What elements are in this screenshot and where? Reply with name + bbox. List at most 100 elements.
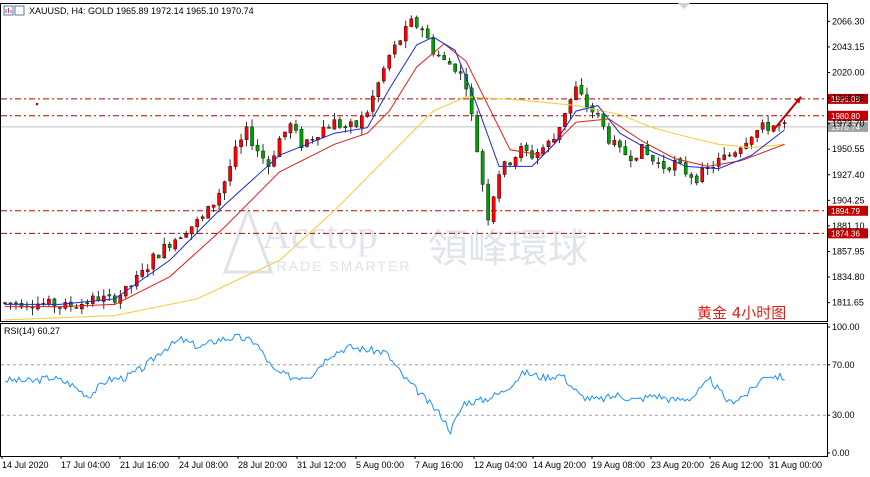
candle-body	[151, 253, 156, 270]
candle-body	[277, 138, 282, 158]
symbol-info: XAUUSD, H4: GOLD 1965.89 1972.14 1965.10…	[29, 6, 254, 16]
rsi-line	[4, 333, 785, 436]
rsi-frame	[0, 323, 828, 457]
candle-body	[458, 71, 463, 74]
candle-body	[563, 112, 567, 127]
candle-body	[200, 216, 205, 219]
trend-arrow-line	[772, 96, 802, 131]
watermark-tagline: TRADE SMARTER	[266, 258, 412, 274]
candle-body	[47, 298, 51, 305]
watermark-brand: Acctop	[262, 212, 378, 257]
candle-body	[491, 196, 496, 222]
candle-body	[733, 152, 737, 157]
candle-body	[574, 86, 578, 100]
candle-body	[321, 126, 326, 138]
candle-body	[217, 192, 221, 206]
marker-dot	[35, 102, 39, 106]
candle-body	[585, 94, 589, 108]
time-tick-label: 31 Aug 00:00	[769, 460, 822, 470]
time-tick-label: 14 Jul 2020	[2, 460, 49, 470]
candle-body	[502, 161, 507, 175]
candle-body	[206, 206, 210, 219]
candle-body	[387, 54, 392, 69]
candle-body	[486, 183, 490, 221]
candle-body	[360, 115, 364, 128]
candle-body	[244, 126, 249, 140]
time-tick-label: 24 Jul 08:00	[179, 460, 228, 470]
candle-body	[299, 129, 304, 149]
candle-body	[354, 120, 359, 127]
rsi-tick-label: 30.00	[832, 410, 855, 420]
candle-body	[294, 124, 298, 131]
price-tick-label: 2043.15	[832, 42, 865, 52]
candle-body	[700, 167, 705, 183]
price-tick-label: 1950.55	[832, 144, 865, 154]
time-tick-label: 17 Jul 04:00	[61, 460, 110, 470]
time-tick-label: 14 Aug 20:00	[533, 460, 586, 470]
candle-body	[52, 298, 57, 308]
candle-body	[156, 254, 161, 259]
price-tick-label: 1927.40	[832, 170, 865, 180]
candle-body	[694, 175, 699, 184]
rsi-tick-label: 100.00	[832, 322, 860, 332]
candle-body	[634, 157, 639, 161]
scroll-corner-icon[interactable]	[678, 3, 690, 9]
time-tick-label: 23 Aug 20:00	[651, 460, 704, 470]
candle-body	[579, 85, 584, 95]
candle-body	[250, 126, 254, 146]
candle-body	[689, 174, 694, 178]
candle-body	[283, 131, 287, 138]
time-tick-label: 21 Jul 16:00	[120, 460, 169, 470]
candle-body	[145, 269, 150, 273]
candle-body	[167, 243, 172, 248]
candle-body	[392, 44, 397, 55]
candle-body	[288, 123, 293, 134]
candle-body	[749, 136, 754, 145]
candle-body	[338, 119, 342, 128]
candle-body	[102, 295, 106, 302]
candle-body	[612, 139, 617, 146]
candle-body	[475, 115, 479, 153]
candle-body	[414, 17, 419, 28]
time-tick-label: 12 Aug 04:00	[474, 460, 527, 470]
candle-body	[530, 150, 534, 159]
ma-slow-line	[4, 96, 785, 321]
candle-body	[376, 82, 381, 97]
candle-body	[683, 162, 688, 175]
candle-body	[222, 181, 227, 194]
candle-body	[766, 122, 770, 131]
candle-body	[91, 295, 95, 304]
symbol-icon-bars	[5, 8, 12, 13]
candle-body	[305, 139, 309, 147]
candle-body	[480, 151, 485, 185]
candle-body	[58, 307, 62, 309]
candle-body	[651, 155, 655, 162]
candle-body	[365, 112, 370, 117]
candle-body	[332, 119, 337, 130]
candle-body	[255, 144, 260, 152]
price-tick-label: 1834.80	[832, 272, 865, 282]
candle-body	[30, 306, 35, 309]
candle-body	[420, 28, 425, 31]
candle-body	[107, 294, 112, 297]
candle-body	[618, 140, 622, 148]
candle-body	[442, 55, 446, 60]
chart-caption: 黄金 4小时图	[697, 304, 786, 322]
candle-body	[607, 126, 611, 144]
candle-body	[524, 144, 529, 151]
candle-body	[8, 302, 13, 305]
candle-body	[14, 302, 18, 304]
candle-body	[398, 40, 403, 45]
candle-body	[261, 150, 265, 159]
candle-body	[546, 140, 551, 147]
candle-body	[497, 174, 501, 199]
price-tick-label: 1811.65	[832, 298, 864, 308]
main-chart-frame	[0, 3, 828, 322]
time-tick-label: 28 Jul 20:00	[238, 460, 287, 470]
candle-body	[173, 239, 177, 250]
candle-body	[436, 54, 441, 57]
candle-body	[178, 237, 183, 239]
price-tick-label: 2066.30	[832, 16, 865, 26]
candle-body	[228, 166, 232, 182]
candle-body	[3, 302, 7, 304]
